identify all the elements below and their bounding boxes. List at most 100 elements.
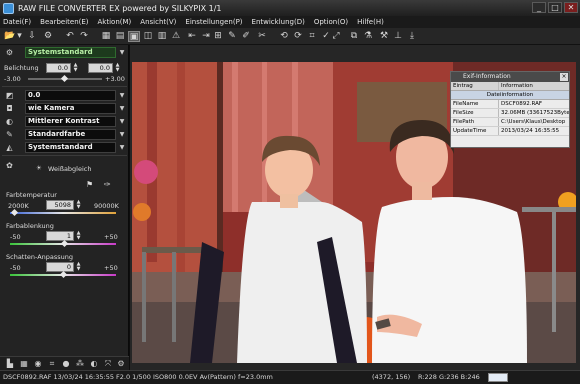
single-view-icon[interactable]: ▣ [128,31,140,42]
tone-curve-icon[interactable]: ◩ [4,90,15,101]
develop-settings-icon[interactable]: ⚙ [116,359,126,369]
fit-icon[interactable]: ⤧ [103,359,113,369]
exif-key: FileName [451,100,499,108]
sharpness-icon[interactable]: ◭ [4,142,15,153]
tilt-icon[interactable]: ⤢ [330,31,342,42]
develop-icon[interactable]: ⚗ [362,31,374,42]
palette-icon[interactable]: ✿ [4,160,15,171]
color-dropdown[interactable]: Standardfarbe [25,129,116,140]
redo-icon[interactable]: ↷ [78,31,90,42]
exif-window[interactable]: Exif-Information × Eintrag Information D… [450,71,570,148]
shadow-spinner[interactable]: ▲ ▼ [75,262,82,272]
preview-thumbs-icon[interactable]: ▤ [114,31,126,42]
menu-action[interactable]: Aktion(M) [98,18,132,26]
close-button[interactable]: ✕ [564,2,578,13]
pick-gray-icon[interactable]: ✎ [226,31,238,42]
exif-key: UpdateTime [451,127,499,135]
menu-file[interactable]: Datei(F) [3,18,31,26]
color-dev-max: +50 [104,233,118,241]
shadow-thumb[interactable] [59,270,68,279]
settings-icon[interactable]: ⚙ [42,31,54,42]
exif-title: Exif-Information [463,73,511,80]
retouch-icon[interactable]: ✂ [256,31,268,42]
menu-option[interactable]: Option(O) [314,18,348,26]
shadow-input[interactable]: 0 [46,262,74,272]
compare-view-icon[interactable]: ◫ [142,31,154,42]
color-dev-spinner[interactable]: ▲ ▼ [75,231,82,241]
wb-sun-icon[interactable]: ☀ [36,164,42,172]
exif-titlebar[interactable]: Exif-Information × [451,72,569,82]
camera-dropdown[interactable]: wie Kamera [25,103,116,114]
crop-tool-icon[interactable]: ⌗ [47,359,57,369]
export-icon[interactable]: ⤓ [406,31,418,42]
gear-icon[interactable]: ⚙ [4,47,15,58]
hammer-icon[interactable]: ⚒ [378,31,390,42]
dropper-icon[interactable]: ⊥ [392,31,404,42]
histogram-icon[interactable]: ▙ [5,359,15,369]
film-icon[interactable]: ▦ [19,359,29,369]
grid-icon[interactable]: ⊞ [212,31,224,42]
exif-col-info[interactable]: Information [499,82,569,90]
warning-icon[interactable]: ⚠ [170,31,182,42]
color-dev-input[interactable]: 1 [46,231,74,241]
color-dev-thumb[interactable] [61,239,69,248]
tone-dropdown[interactable]: 0.0 [25,90,116,101]
wb-dropper-icon[interactable]: ✑ [104,180,111,189]
rotate-left-icon[interactable]: ⟲ [278,31,290,42]
exposure-slider-thumb[interactable] [60,74,69,83]
filmstrip-icon[interactable]: ▥ [156,31,168,42]
sharpness-dropdown[interactable]: Systemstandard [25,142,116,153]
contrast-row: ◐ Mittlerer Kontrast ▼ [0,115,129,128]
menu-develop[interactable]: Entwicklung(D) [252,18,305,26]
save-icon[interactable]: ⇩ [26,31,38,42]
menu-help[interactable]: Hilfe(H) [357,18,384,26]
lens-icon[interactable]: ◉ [33,359,43,369]
pick-white-icon[interactable]: ✐ [240,31,252,42]
minimize-button[interactable]: _ [532,2,546,13]
noise-icon[interactable]: ⁂ [75,359,85,369]
color-temp-thumb[interactable] [11,208,19,217]
open-folder-icon[interactable]: 📂 [4,31,16,42]
prev-icon[interactable]: ⇤ [186,31,198,42]
exposure-spinner-2[interactable]: ▲ ▼ [114,63,121,73]
contrast-icon[interactable]: ◐ [4,116,15,127]
chevron-down-icon[interactable]: ▼ [118,104,126,113]
exif-col-entry[interactable]: Eintrag [451,82,499,90]
wb-label: Weißabgleich [48,165,92,173]
rotate-right-icon[interactable]: ⟳ [292,31,304,42]
maximize-button[interactable]: □ [548,2,562,13]
chevron-down-icon[interactable]: ▼ [118,130,126,139]
color-pen-icon[interactable]: ✎ [4,129,15,140]
exif-row: UpdateTime 2013/03/24 16:35:55 [451,127,569,136]
menu-view[interactable]: Ansicht(V) [140,18,176,26]
color-temp-spinner[interactable]: ▲ ▼ [75,200,82,210]
next-icon[interactable]: ⇥ [200,31,212,42]
chevron-down-icon[interactable]: ▼ [118,91,126,100]
crop-icon[interactable]: ⌗ [306,31,318,42]
undo-icon[interactable]: ↶ [64,31,76,42]
sphere-icon[interactable]: ● [61,359,71,369]
preset-dropdown[interactable]: Systemstandard [25,47,116,58]
color-temp-track[interactable] [10,212,116,214]
contrast-dropdown[interactable]: Mittlerer Kontrast [25,116,116,127]
wb-picker-icon[interactable]: ⚑ [86,180,93,189]
color-dev-label: Farbablenkung [6,222,54,230]
status-bar: DSCF0892.RAF 13/03/24 16:35:55 F2.0 1/50… [0,370,580,384]
chevron-down-icon[interactable]: ▼ [118,143,126,152]
menu-settings[interactable]: Einstellungen(P) [185,18,242,26]
exif-header-row: Eintrag Information [451,82,569,91]
exposure-input-2[interactable]: 0.0 [88,63,113,73]
thumbnail-view-icon[interactable]: ▦ [100,31,112,42]
camera-icon[interactable]: ◘ [4,103,15,114]
folder-menu-icon[interactable]: ▾ [16,31,23,42]
exposure-input[interactable]: 0.0 [46,63,71,73]
clone-icon[interactable]: ⧉ [348,31,360,42]
chevron-down-icon[interactable]: ▼ [118,117,126,126]
close-icon[interactable]: × [560,73,568,81]
color-temp-input[interactable]: 5098 [46,200,74,210]
exif-key: FileSize [451,109,499,117]
chevron-down-icon[interactable]: ▼ [118,48,126,57]
color-icon[interactable]: ◐ [89,359,99,369]
menu-edit[interactable]: Bearbeiten(E) [40,18,88,26]
exposure-spinner[interactable]: ▲ ▼ [72,63,79,73]
